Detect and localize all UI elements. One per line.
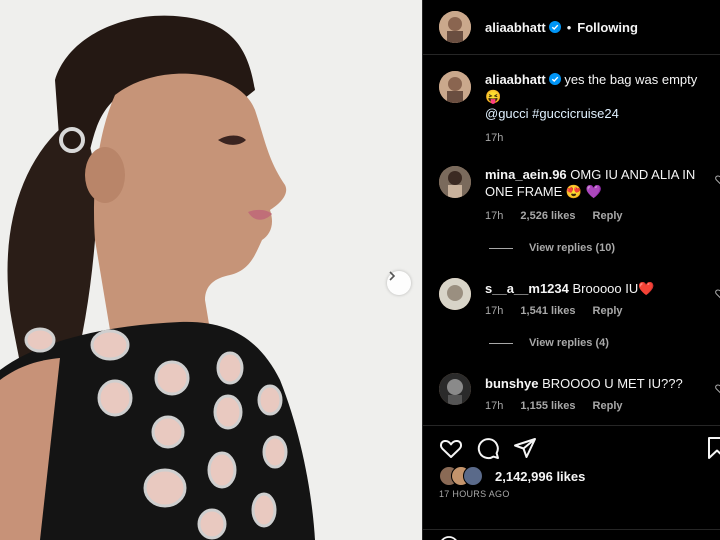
view-replies-label: View replies (4): [529, 337, 609, 349]
comments-list: aliaabhatt yes the bag was empty 😝 @gucc…: [423, 55, 720, 425]
comment-user[interactable]: mina_aein.96: [485, 167, 567, 182]
avatar: [463, 466, 483, 486]
portrait-image: [0, 0, 422, 540]
replies-line: [489, 342, 513, 344]
heart-small-icon[interactable]: [715, 383, 720, 395]
comment-text: Brooooo IU❤️: [572, 281, 655, 296]
caption-tags[interactable]: @gucci #guccicruise24: [485, 106, 619, 121]
caption-meta: 17h: [485, 130, 713, 147]
likes-row: 2,142,996 likes: [439, 466, 585, 486]
comment-meta: 17h 2,526 likes Reply: [485, 208, 713, 225]
next-photo-button[interactable]: [387, 271, 411, 295]
comment-meta: 17h 1,155 likes Reply: [485, 398, 713, 415]
likes-count[interactable]: 2,142,996 likes: [495, 469, 585, 484]
avatar-image: [439, 278, 471, 310]
caption-author[interactable]: aliaabhatt: [485, 72, 546, 87]
add-comment-area[interactable]: [423, 529, 720, 540]
caption-text: yes the bag was empty: [564, 72, 698, 87]
view-replies-button[interactable]: View replies (10): [489, 242, 615, 254]
comment-text: BROOOO U MET IU???: [542, 376, 683, 391]
chevron-right-icon: [389, 271, 396, 281]
avatar-image: [439, 166, 471, 198]
comment-icon[interactable]: [476, 436, 500, 460]
heart-small-icon[interactable]: [715, 174, 720, 186]
author-username[interactable]: aliaabhatt: [485, 20, 546, 35]
emoji-icon[interactable]: [439, 536, 459, 540]
verified-icon: [548, 73, 561, 85]
heart-icon[interactable]: [439, 436, 463, 460]
comment-time: 17h: [485, 400, 504, 412]
comment-user[interactable]: s__a__m1234: [485, 281, 569, 296]
avatar[interactable]: [439, 166, 471, 198]
comment-likes[interactable]: 2,526 likes: [520, 210, 575, 222]
post-header: aliaabhatt • Following: [423, 0, 720, 55]
avatar[interactable]: [439, 71, 471, 103]
verified-icon: [548, 21, 561, 33]
post-actions: 2,142,996 likes 17 HOURS AGO: [423, 425, 720, 540]
reply-button[interactable]: Reply: [593, 400, 623, 412]
avatar[interactable]: [439, 373, 471, 405]
comment-user[interactable]: bunshye: [485, 376, 538, 391]
post-photo[interactable]: [0, 0, 422, 540]
comment-likes[interactable]: 1,155 likes: [520, 400, 575, 412]
comment-time: 17h: [485, 305, 504, 317]
post-time: 17 HOURS AGO: [439, 489, 510, 499]
avatar[interactable]: [439, 278, 471, 310]
avatar-image: [439, 373, 471, 405]
comment-likes[interactable]: 1,541 likes: [520, 305, 575, 317]
caption-emoji: 😝: [485, 89, 502, 104]
post-details-panel: aliaabhatt • Following aliaabhatt yes th…: [422, 0, 720, 540]
caption-time: 17h: [485, 132, 504, 144]
view-replies-button[interactable]: View replies (4): [489, 337, 609, 349]
avatar-image: [439, 11, 471, 43]
reply-button[interactable]: Reply: [593, 210, 623, 222]
comment-time: 17h: [485, 210, 504, 222]
share-icon[interactable]: [513, 436, 537, 460]
avatar[interactable]: [439, 11, 471, 43]
separator-dot: •: [566, 19, 572, 35]
following-button[interactable]: Following: [577, 20, 638, 35]
replies-line: [489, 247, 513, 249]
comment-meta: 17h 1,541 likes Reply: [485, 303, 713, 320]
liker-avatars[interactable]: [439, 466, 495, 486]
heart-small-icon[interactable]: [715, 288, 720, 300]
bookmark-icon[interactable]: [705, 436, 720, 460]
avatar-image: [439, 71, 471, 103]
reply-button[interactable]: Reply: [593, 305, 623, 317]
view-replies-label: View replies (10): [529, 242, 616, 254]
